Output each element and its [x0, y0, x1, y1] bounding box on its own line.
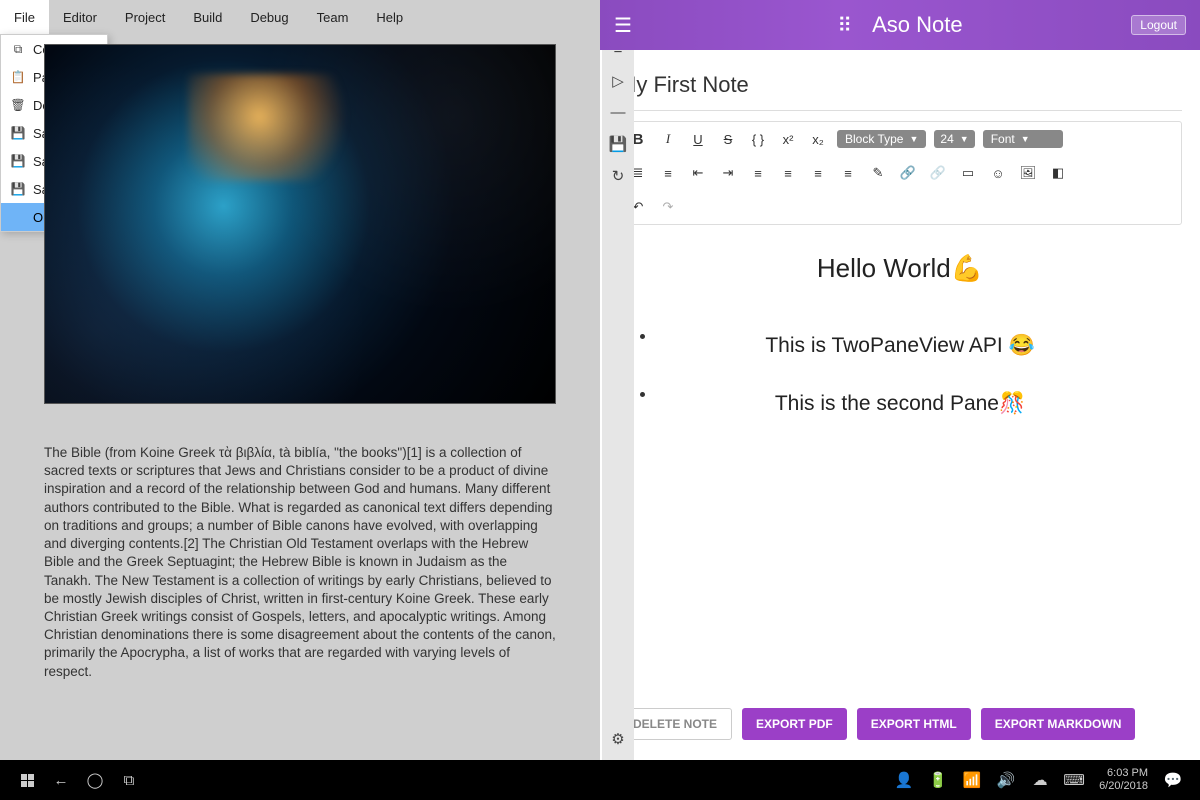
note-header: ☰ ⠿ Aso Note Logout — [600, 0, 1200, 50]
menu-file[interactable]: File — [0, 0, 49, 34]
strike-button[interactable]: S — [717, 128, 739, 150]
logout-button[interactable]: Logout — [1131, 15, 1186, 35]
embed-button[interactable]: ▭ — [957, 162, 979, 184]
content-line-2: This is TwoPaneView API 😂 — [628, 334, 1172, 358]
block-type-select[interactable]: Block Type▼ — [837, 130, 926, 148]
task-view-icon[interactable]: ⧉ — [112, 760, 146, 800]
note-body: B I U S { } x² x₂ Block Type▼ 24▼ Font▼ … — [600, 50, 1200, 760]
app-title: Aso Note — [872, 12, 963, 38]
export-html-button[interactable]: EXPORT HTML — [857, 708, 971, 740]
save-disk-icon[interactable]: 💾 — [609, 135, 628, 153]
align-left-button[interactable]: ≡ — [747, 162, 769, 184]
unlink-button[interactable]: 🔗 — [927, 162, 949, 184]
font-select[interactable]: Font▼ — [983, 130, 1063, 148]
export-markdown-button[interactable]: EXPORT MARKDOWN — [981, 708, 1136, 740]
cortana-icon[interactable]: ◯ — [78, 760, 112, 800]
note-pane: ☰ ⠿ Aso Note Logout B I U S { } x² x₂ Bl… — [600, 0, 1200, 760]
menu-build[interactable]: Build — [179, 0, 236, 34]
delete-note-button[interactable]: DELETE NOTE — [618, 708, 732, 740]
taskbar-clock[interactable]: 6:03 PM 6/20/2018 — [1099, 767, 1148, 793]
nebula-image — [44, 44, 556, 404]
align-right-button[interactable]: ≡ — [807, 162, 829, 184]
ide-pane: File Editor Project Build Debug Team Hel… — [0, 0, 600, 760]
play-icon[interactable]: ▷ — [612, 72, 624, 90]
emoji-button[interactable]: ☺ — [987, 162, 1009, 184]
keyboard-icon[interactable]: ⌨ — [1057, 760, 1091, 800]
gear-icon[interactable]: ⚙ — [611, 730, 624, 748]
battery-icon[interactable]: 🔋 — [921, 760, 955, 800]
menu-team[interactable]: Team — [303, 0, 363, 34]
font-size-select[interactable]: 24▼ — [934, 130, 974, 148]
chevron-down-icon: ▼ — [909, 134, 918, 144]
volume-icon[interactable]: 🔊 — [989, 760, 1023, 800]
line-icon[interactable]: — — [611, 104, 626, 121]
menu-project[interactable]: Project — [111, 0, 179, 34]
taskbar: ← ◯ ⧉ 👤 🔋 📶 🔊 ☁ ⌨ 6:03 PM 6/20/2018 💬 — [0, 760, 1200, 800]
menu-bar: File Editor Project Build Debug Team Hel… — [0, 0, 600, 34]
start-button[interactable] — [10, 760, 44, 800]
subscript-button[interactable]: x₂ — [807, 128, 829, 150]
body-text: The Bible (from Koine Greek τὰ βιβλία, t… — [44, 444, 556, 681]
people-icon[interactable]: 👤 — [887, 760, 921, 800]
note-title-input[interactable] — [618, 66, 1182, 104]
hamburger-icon[interactable]: ☰ — [614, 13, 632, 38]
divider — [618, 110, 1182, 111]
editor-content[interactable]: Hello World💪 This is TwoPaneView API 😂 T… — [618, 225, 1182, 700]
content-line-1: Hello World💪 — [628, 253, 1172, 284]
superscript-button[interactable]: x² — [777, 128, 799, 150]
color-button[interactable]: ✎ — [867, 162, 889, 184]
apps-grid-icon[interactable]: ⠿ — [837, 13, 852, 38]
wifi-icon[interactable]: 📶 — [955, 760, 989, 800]
menu-editor[interactable]: Editor — [49, 0, 111, 34]
code-button[interactable]: { } — [747, 128, 769, 150]
onedrive-icon[interactable]: ☁ — [1023, 760, 1057, 800]
align-center-button[interactable]: ≡ — [777, 162, 799, 184]
notifications-icon[interactable]: 💬 — [1156, 760, 1190, 800]
editor-toolbar: B I U S { } x² x₂ Block Type▼ 24▼ Font▼ … — [618, 121, 1182, 225]
outdent-button[interactable]: ⇤ — [687, 162, 709, 184]
italic-button[interactable]: I — [657, 128, 679, 150]
note-actions: DELETE NOTE EXPORT PDF EXPORT HTML EXPOR… — [618, 700, 1182, 748]
back-button[interactable]: ← — [44, 760, 78, 800]
erase-button[interactable]: ◧ — [1047, 162, 1069, 184]
bullet-icon — [640, 334, 645, 339]
bullet-icon — [640, 392, 645, 397]
image-button[interactable]: 🖼 — [1017, 162, 1039, 184]
ide-body: The Bible (from Koine Greek τὰ βιβλία, t… — [0, 34, 600, 760]
underline-button[interactable]: U — [687, 128, 709, 150]
content-line-3: This is the second Pane🎊 — [628, 392, 1172, 416]
link-button[interactable]: 🔗 — [897, 162, 919, 184]
side-icon-strip: ← ≡ ▷ — 💾 ↻ ⚙ — [602, 0, 634, 760]
chevron-down-icon: ▼ — [1021, 134, 1030, 144]
indent-button[interactable]: ⇥ — [717, 162, 739, 184]
menu-debug[interactable]: Debug — [236, 0, 302, 34]
align-justify-button[interactable]: ≡ — [837, 162, 859, 184]
chevron-down-icon: ▼ — [960, 134, 969, 144]
list-ol-button[interactable]: ≡ — [657, 162, 679, 184]
export-pdf-button[interactable]: EXPORT PDF — [742, 708, 847, 740]
menu-help[interactable]: Help — [362, 0, 417, 34]
refresh-icon[interactable]: ↻ — [612, 167, 625, 185]
redo-button[interactable]: ↷ — [657, 196, 679, 218]
